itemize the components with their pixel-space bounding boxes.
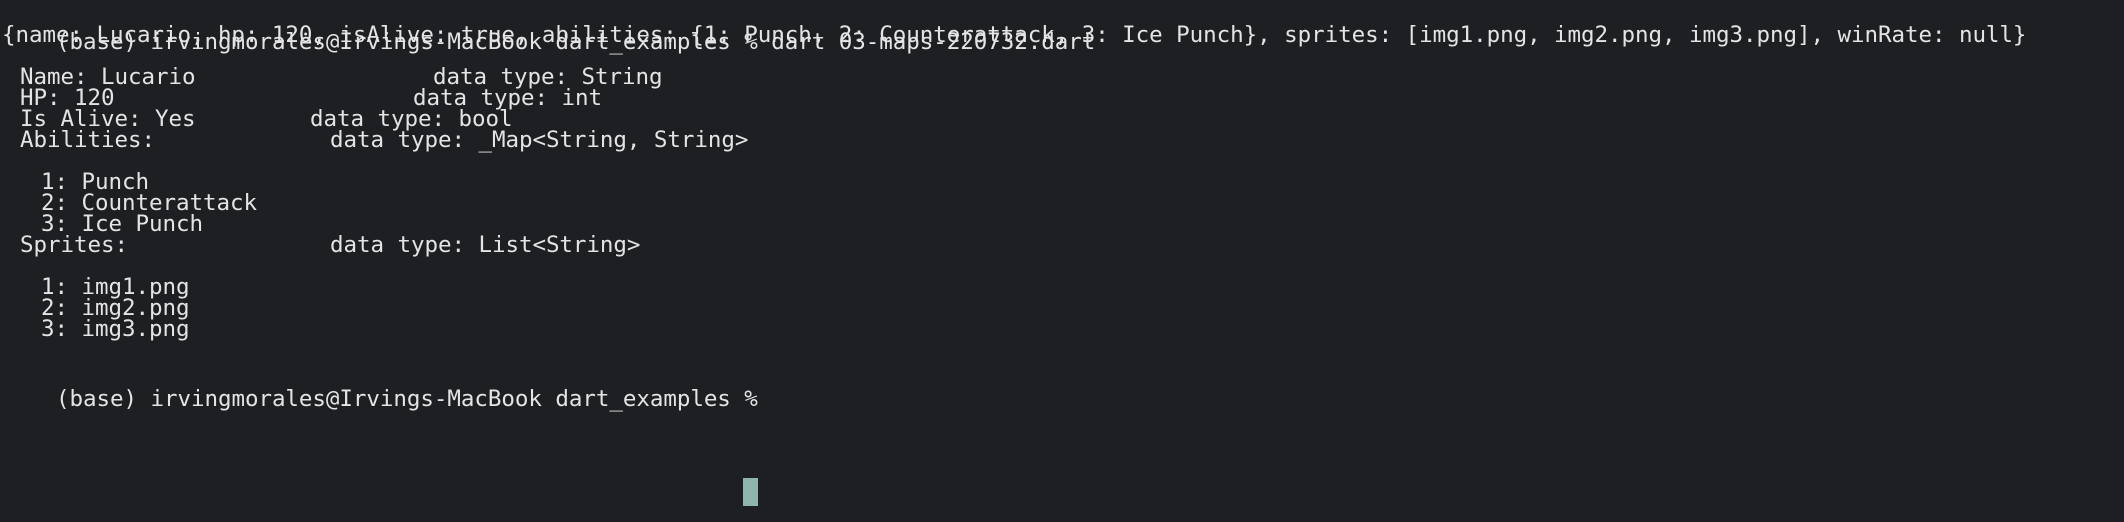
shell-prompt: (base) irvingmorales@Irvings-MacBook dar…	[56, 386, 772, 412]
terminal-cursor	[743, 478, 758, 506]
field-sprites-type: data type: List<String>	[330, 232, 641, 258]
field-sprites-label: Sprites:	[20, 232, 128, 258]
map-output-line: {name: Lucario, hp: 120, isAlive: true, …	[2, 22, 2027, 48]
final-prompt-line[interactable]: (base) irvingmorales@Irvings-MacBook dar…	[2, 357, 771, 412]
sprite-item: 3: img3.png	[41, 316, 190, 342]
field-abilities-label: Abilities:	[20, 127, 155, 153]
terminal-window[interactable]: (base) irvingmorales@Irvings-MacBook dar…	[0, 0, 2124, 522]
field-abilities-type: data type: _Map<String, String>	[330, 127, 749, 153]
